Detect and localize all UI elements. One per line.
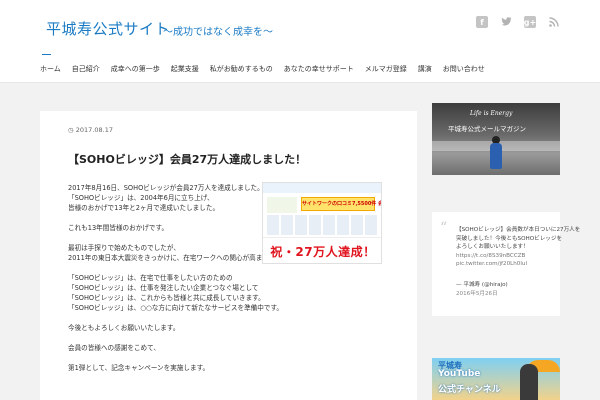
paragraph: 会員の皆様への感謝をこめて、 — [68, 344, 160, 352]
nav-item-contact[interactable]: お問い合わせ — [443, 64, 485, 74]
site-tagline: 〜成功ではなく成幸を〜 — [163, 27, 273, 38]
nav-item-profile[interactable]: 自己紹介 — [72, 64, 100, 74]
nav-item-newsletter[interactable]: メルマガ登録 — [365, 64, 407, 74]
post-featured-image[interactable]: サイトワークの口コミ7,5500件 会員数1000万人 祝・27万人達成！ — [262, 182, 382, 264]
tweet-line: 突破しました！今後ともSOHOビレッジを — [456, 235, 563, 242]
image-ad-banner: サイトワークの口コミ7,5500件 会員数1000万人 — [301, 197, 381, 211]
post-date: ◷ 2017.08.17 — [68, 126, 113, 134]
paragraph: これも13年間皆様のおかげです。 — [68, 224, 169, 232]
twitter-icon[interactable] — [500, 16, 512, 28]
tweet-line: よろしくお願いいたします！ — [456, 244, 529, 251]
facebook-icon[interactable]: f — [476, 16, 488, 28]
post-date-text: 2017.08.17 — [75, 126, 113, 134]
googleplus-icon[interactable]: g+ — [524, 16, 536, 28]
image-left-block — [267, 197, 297, 213]
tweet-author[interactable]: — 平城寿 (@hirajo) — [456, 280, 508, 288]
tweet-date[interactable]: 2016年5月26日 — [456, 289, 498, 297]
site-title[interactable]: 平城寿公式サイト — [46, 18, 170, 39]
youtube-channel-banner[interactable]: 平城寿 YouTube 公式チャンネル — [432, 358, 560, 400]
nav-item-recommendations[interactable]: 私がお勧めするもの — [210, 64, 273, 74]
banner-label: Life is Energy — [470, 110, 513, 117]
social-links: f g+ — [476, 16, 560, 28]
title-underline — [42, 54, 51, 55]
tweet-text: 【SOHOビレッジ】会員数が本日ついに27万人を 突破しました！今後ともSOHO… — [456, 226, 581, 269]
yt-banner-channel: 公式チャンネル — [438, 385, 501, 395]
tweet-line: 【SOHOビレッジ】会員数が本日ついに27万人を — [456, 227, 581, 233]
image-site-header — [263, 183, 381, 193]
tweet-pic-link[interactable]: pic.twitter.com/jf20Lh0lul — [456, 260, 556, 269]
image-celebration-text: 祝・27万人達成！ — [263, 237, 381, 263]
image-content-grid — [267, 215, 379, 235]
paragraph: 2017年8月16日、SOHOビレッジが会員27万人を達成しました。 「SOHO… — [68, 184, 264, 212]
yt-banner-youtube: YouTube — [438, 369, 481, 379]
person-graphic — [520, 364, 538, 400]
banner-person — [490, 143, 502, 169]
nav-item-lectures[interactable]: 講演 — [418, 64, 432, 74]
tweet-link[interactable]: https://t.co/8S39nBCCZB — [456, 252, 556, 261]
paragraph: 最初は手探りで始めたものでしたが、 2011年の東日本大震災をきっかけに、在宅ワ… — [68, 244, 276, 262]
paragraph: 今後ともよろしくお願いいたします。 — [68, 324, 180, 332]
clock-icon: ◷ — [68, 126, 74, 134]
quote-icon: “ — [440, 220, 448, 236]
nav-item-happiness-support[interactable]: あなたの幸せサポート — [284, 64, 354, 74]
site-header: 平城寿公式サイト 〜成功ではなく成幸を〜 f g+ ホーム 自己紹介 成幸への第… — [0, 0, 600, 83]
paragraph: 第1弾として、記念キャンペーンを実施します。 — [68, 364, 210, 372]
nav-item-startup-support[interactable]: 起業支援 — [171, 64, 199, 74]
banner-title: 平城寿公式メールマガジン — [448, 125, 526, 133]
article: ◷ 2017.08.17 【SOHOビレッジ】会員27万人達成しました！ 201… — [40, 111, 417, 400]
nav-item-home[interactable]: ホーム — [40, 64, 61, 74]
post-body: 2017年8月16日、SOHOビレッジが会員27万人を達成しました。 「SOHO… — [68, 183, 283, 383]
embedded-tweet: “ 【SOHOビレッジ】会員数が本日ついに27万人を 突破しました！今後ともSO… — [432, 212, 581, 316]
paragraph: 「SOHOビレッジ」は、在宅で仕事をしたい方のための 「SOHOビレッジ」は、仕… — [68, 274, 283, 312]
main-nav: ホーム 自己紹介 成幸への第一歩 起業支援 私がお勧めするもの あなたの幸せサポ… — [40, 64, 485, 74]
newsletter-banner[interactable]: Life is Energy 平城寿公式メールマガジン — [432, 103, 560, 175]
rss-icon[interactable] — [548, 16, 560, 28]
post-title: 【SOHOビレッジ】会員27万人達成しました！ — [68, 153, 307, 166]
nav-item-first-step[interactable]: 成幸への第一歩 — [111, 64, 160, 74]
